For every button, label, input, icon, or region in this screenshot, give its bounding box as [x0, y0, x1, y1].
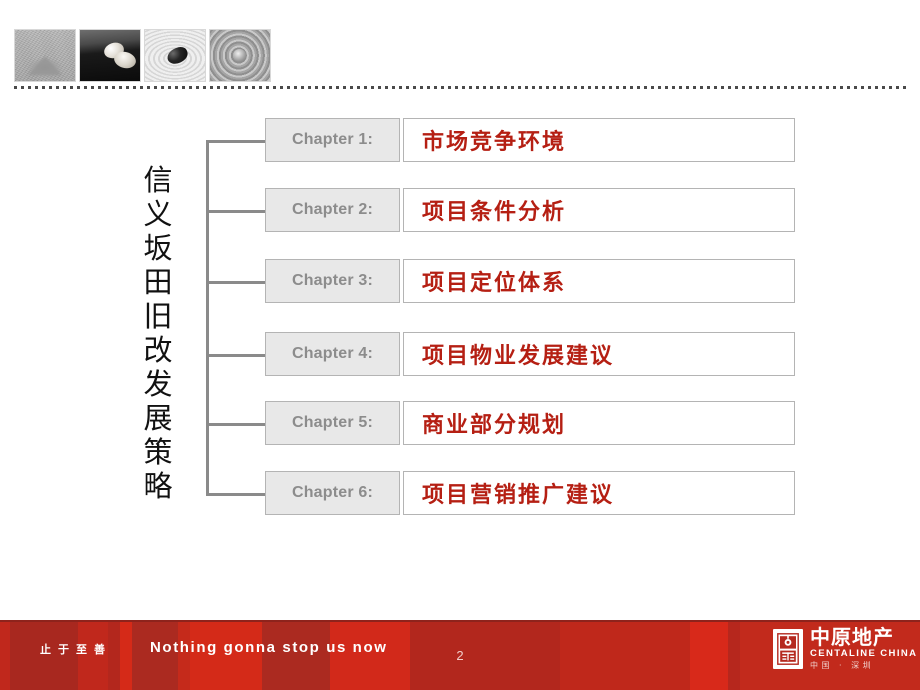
chapter-label-6: Chapter 6: [291, 484, 374, 501]
connector-branch-1 [206, 140, 272, 143]
chapter-row-6[interactable]: Chapter 6: 项目营销推广建议 [265, 471, 795, 515]
centaline-seal-icon [773, 629, 803, 669]
brand-name-chinese: 中原地产 [810, 625, 894, 649]
chapter-row-2[interactable]: Chapter 2: 项目条件分析 [265, 188, 795, 232]
connector-branch-6 [206, 493, 272, 496]
chapter-title-1: 市场竞争环境 [422, 129, 567, 155]
chapter-title-5: 商业部分规划 [422, 412, 567, 438]
chapter-row-4[interactable]: Chapter 4: 项目物业发展建议 [265, 332, 795, 376]
chapter-label-box-1[interactable]: Chapter 1: [265, 118, 400, 162]
chapter-title-box-1[interactable]: 市场竞争环境 [403, 118, 795, 162]
connector-spine [206, 140, 209, 495]
header-dotted-divider [14, 86, 906, 89]
brand-logo: 中原地产 CENTALINE CHINA 中国 · 深圳 [773, 620, 916, 678]
page-number: 2 [456, 648, 464, 663]
brand-name-english: CENTALINE CHINA [810, 648, 918, 659]
sand-mound-photo [14, 29, 76, 82]
chapter-label-4: Chapter 4: [291, 345, 374, 362]
chapter-label-box-3[interactable]: Chapter 3: [265, 259, 400, 303]
connector-branch-3 [206, 281, 272, 284]
chapter-title-6: 项目营销推广建议 [422, 482, 615, 508]
water-rings-photo [209, 29, 271, 82]
chapter-label-1: Chapter 1: [291, 131, 374, 148]
chapter-label-box-4[interactable]: Chapter 4: [265, 332, 400, 376]
chapter-row-5[interactable]: Chapter 5: 商业部分规划 [265, 401, 795, 445]
chapter-title-2: 项目条件分析 [422, 199, 567, 225]
chapter-label-2: Chapter 2: [291, 201, 374, 218]
chapter-row-1[interactable]: Chapter 1: 市场竞争环境 [265, 118, 795, 162]
chapter-title-box-3[interactable]: 项目定位体系 [403, 259, 795, 303]
white-stones-photo [79, 29, 141, 82]
slide-vertical-title: 信义坂田旧改发展策略 [143, 163, 173, 503]
chapter-label-5: Chapter 5: [291, 414, 374, 431]
chapter-title-box-5[interactable]: 商业部分规划 [403, 401, 795, 445]
chapter-title-4: 项目物业发展建议 [422, 343, 615, 369]
chapter-label-3: Chapter 3: [291, 272, 374, 289]
chapter-row-3[interactable]: Chapter 3: 项目定位体系 [265, 259, 795, 303]
chapter-title-box-4[interactable]: 项目物业发展建议 [403, 332, 795, 376]
brand-region-label: 中国 · 深圳 [810, 661, 875, 670]
chapter-title-3: 项目定位体系 [422, 270, 567, 296]
chapter-title-box-6[interactable]: 项目营销推广建议 [403, 471, 795, 515]
black-pebble-photo [144, 29, 206, 82]
chapter-label-box-2[interactable]: Chapter 2: [265, 188, 400, 232]
connector-branch-2 [206, 210, 272, 213]
footer-slogan-chinese: 止于至善 [40, 643, 112, 656]
chapter-title-box-2[interactable]: 项目条件分析 [403, 188, 795, 232]
footer-slogan-english: Nothing gonna stop us now [150, 639, 388, 656]
header-image-strip [14, 29, 272, 82]
chapter-label-box-6[interactable]: Chapter 6: [265, 471, 400, 515]
connector-branch-4 [206, 354, 272, 357]
chapter-label-box-5[interactable]: Chapter 5: [265, 401, 400, 445]
brand-logo-text: 中原地产 CENTALINE CHINA 中国 · 深圳 [810, 627, 917, 671]
connector-branch-5 [206, 423, 272, 426]
chapter-connector-tree [200, 118, 272, 506]
